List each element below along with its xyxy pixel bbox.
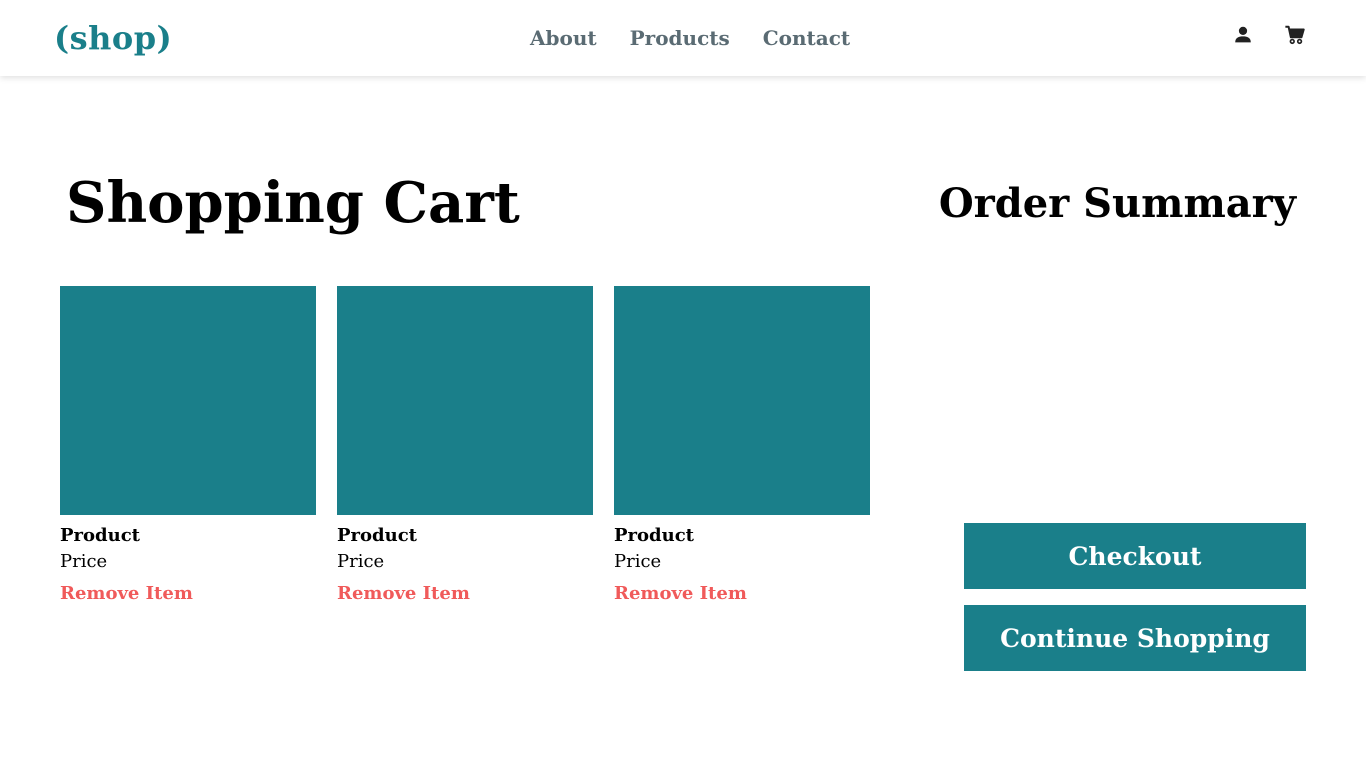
nav-link-about[interactable]: About: [530, 24, 597, 52]
product-image[interactable]: [337, 286, 593, 515]
cart-item: Product Price Remove Item: [337, 286, 593, 605]
product-name: Product: [614, 525, 694, 546]
remove-item-button[interactable]: Remove Item: [614, 583, 870, 605]
cart-item: Product Price Remove Item: [614, 286, 870, 605]
page-title: Shopping Cart: [66, 170, 520, 236]
shop-logo[interactable]: (shop): [54, 18, 172, 58]
cart-items: Product Price Remove Item Product Price …: [60, 286, 870, 605]
product-name: Product: [60, 525, 140, 546]
cart-icon[interactable]: [1284, 24, 1306, 46]
header-icons: [1232, 24, 1306, 46]
order-summary-title: Order Summary: [938, 180, 1296, 227]
site-header: (shop) About Products Contact: [0, 0, 1366, 76]
product-price: Price: [337, 551, 385, 572]
product-name: Product: [337, 525, 417, 546]
nav-link-products[interactable]: Products: [630, 24, 730, 52]
continue-shopping-button[interactable]: Continue Shopping: [964, 605, 1306, 671]
checkout-button[interactable]: Checkout: [964, 523, 1306, 589]
user-icon[interactable]: [1232, 24, 1254, 46]
nav-link-contact[interactable]: Contact: [763, 24, 850, 52]
remove-item-button[interactable]: Remove Item: [60, 583, 316, 605]
cart-item: Product Price Remove Item: [60, 286, 316, 605]
main-nav: About Products Contact: [530, 24, 850, 52]
product-image[interactable]: [614, 286, 870, 515]
product-image[interactable]: [60, 286, 316, 515]
product-price: Price: [614, 551, 662, 572]
product-price: Price: [60, 551, 108, 572]
remove-item-button[interactable]: Remove Item: [337, 583, 593, 605]
